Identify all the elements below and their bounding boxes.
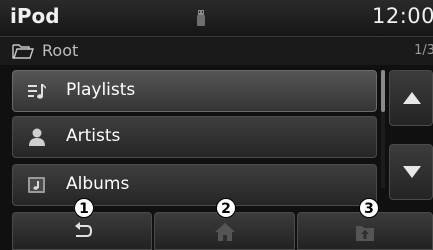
- scroll-up-button[interactable]: [389, 70, 433, 126]
- list-item-label: Artists: [66, 126, 121, 146]
- up-folder-button[interactable]: [297, 212, 433, 250]
- usb-icon: [197, 10, 205, 26]
- page-indicator: 1/3: [414, 43, 433, 58]
- scrollbar-thumb[interactable]: [381, 70, 385, 112]
- home-icon: [214, 223, 235, 241]
- person-icon: [29, 128, 45, 146]
- ipod-screen: iPod 12:00 Root 1/3 Playlists Artists Al…: [0, 0, 433, 250]
- callout-2: 2: [216, 198, 236, 218]
- arrow-down-icon: [403, 166, 421, 178]
- list-item-albums[interactable]: Albums: [12, 164, 377, 206]
- callout-1: 1: [74, 198, 94, 218]
- callout-3: 3: [359, 198, 379, 218]
- list-item-playlists[interactable]: Playlists: [12, 70, 377, 112]
- list-item-artists[interactable]: Artists: [12, 116, 377, 158]
- header-bar: iPod 12:00: [0, 0, 433, 37]
- folder-icon: [12, 44, 34, 59]
- back-icon: [75, 222, 93, 237]
- scroll-down-button[interactable]: [389, 144, 433, 200]
- album-icon: [28, 177, 45, 193]
- clock: 12:00: [371, 4, 433, 28]
- arrow-up-icon: [403, 92, 421, 104]
- current-folder-name: Root: [42, 41, 79, 60]
- playlist-icon: [28, 84, 46, 99]
- list-item-label: Albums: [66, 174, 130, 194]
- up-folder-icon: [356, 226, 374, 241]
- source-title: iPod: [10, 4, 60, 28]
- list-item-label: Playlists: [66, 80, 136, 100]
- path-bar: Root 1/3: [0, 37, 433, 65]
